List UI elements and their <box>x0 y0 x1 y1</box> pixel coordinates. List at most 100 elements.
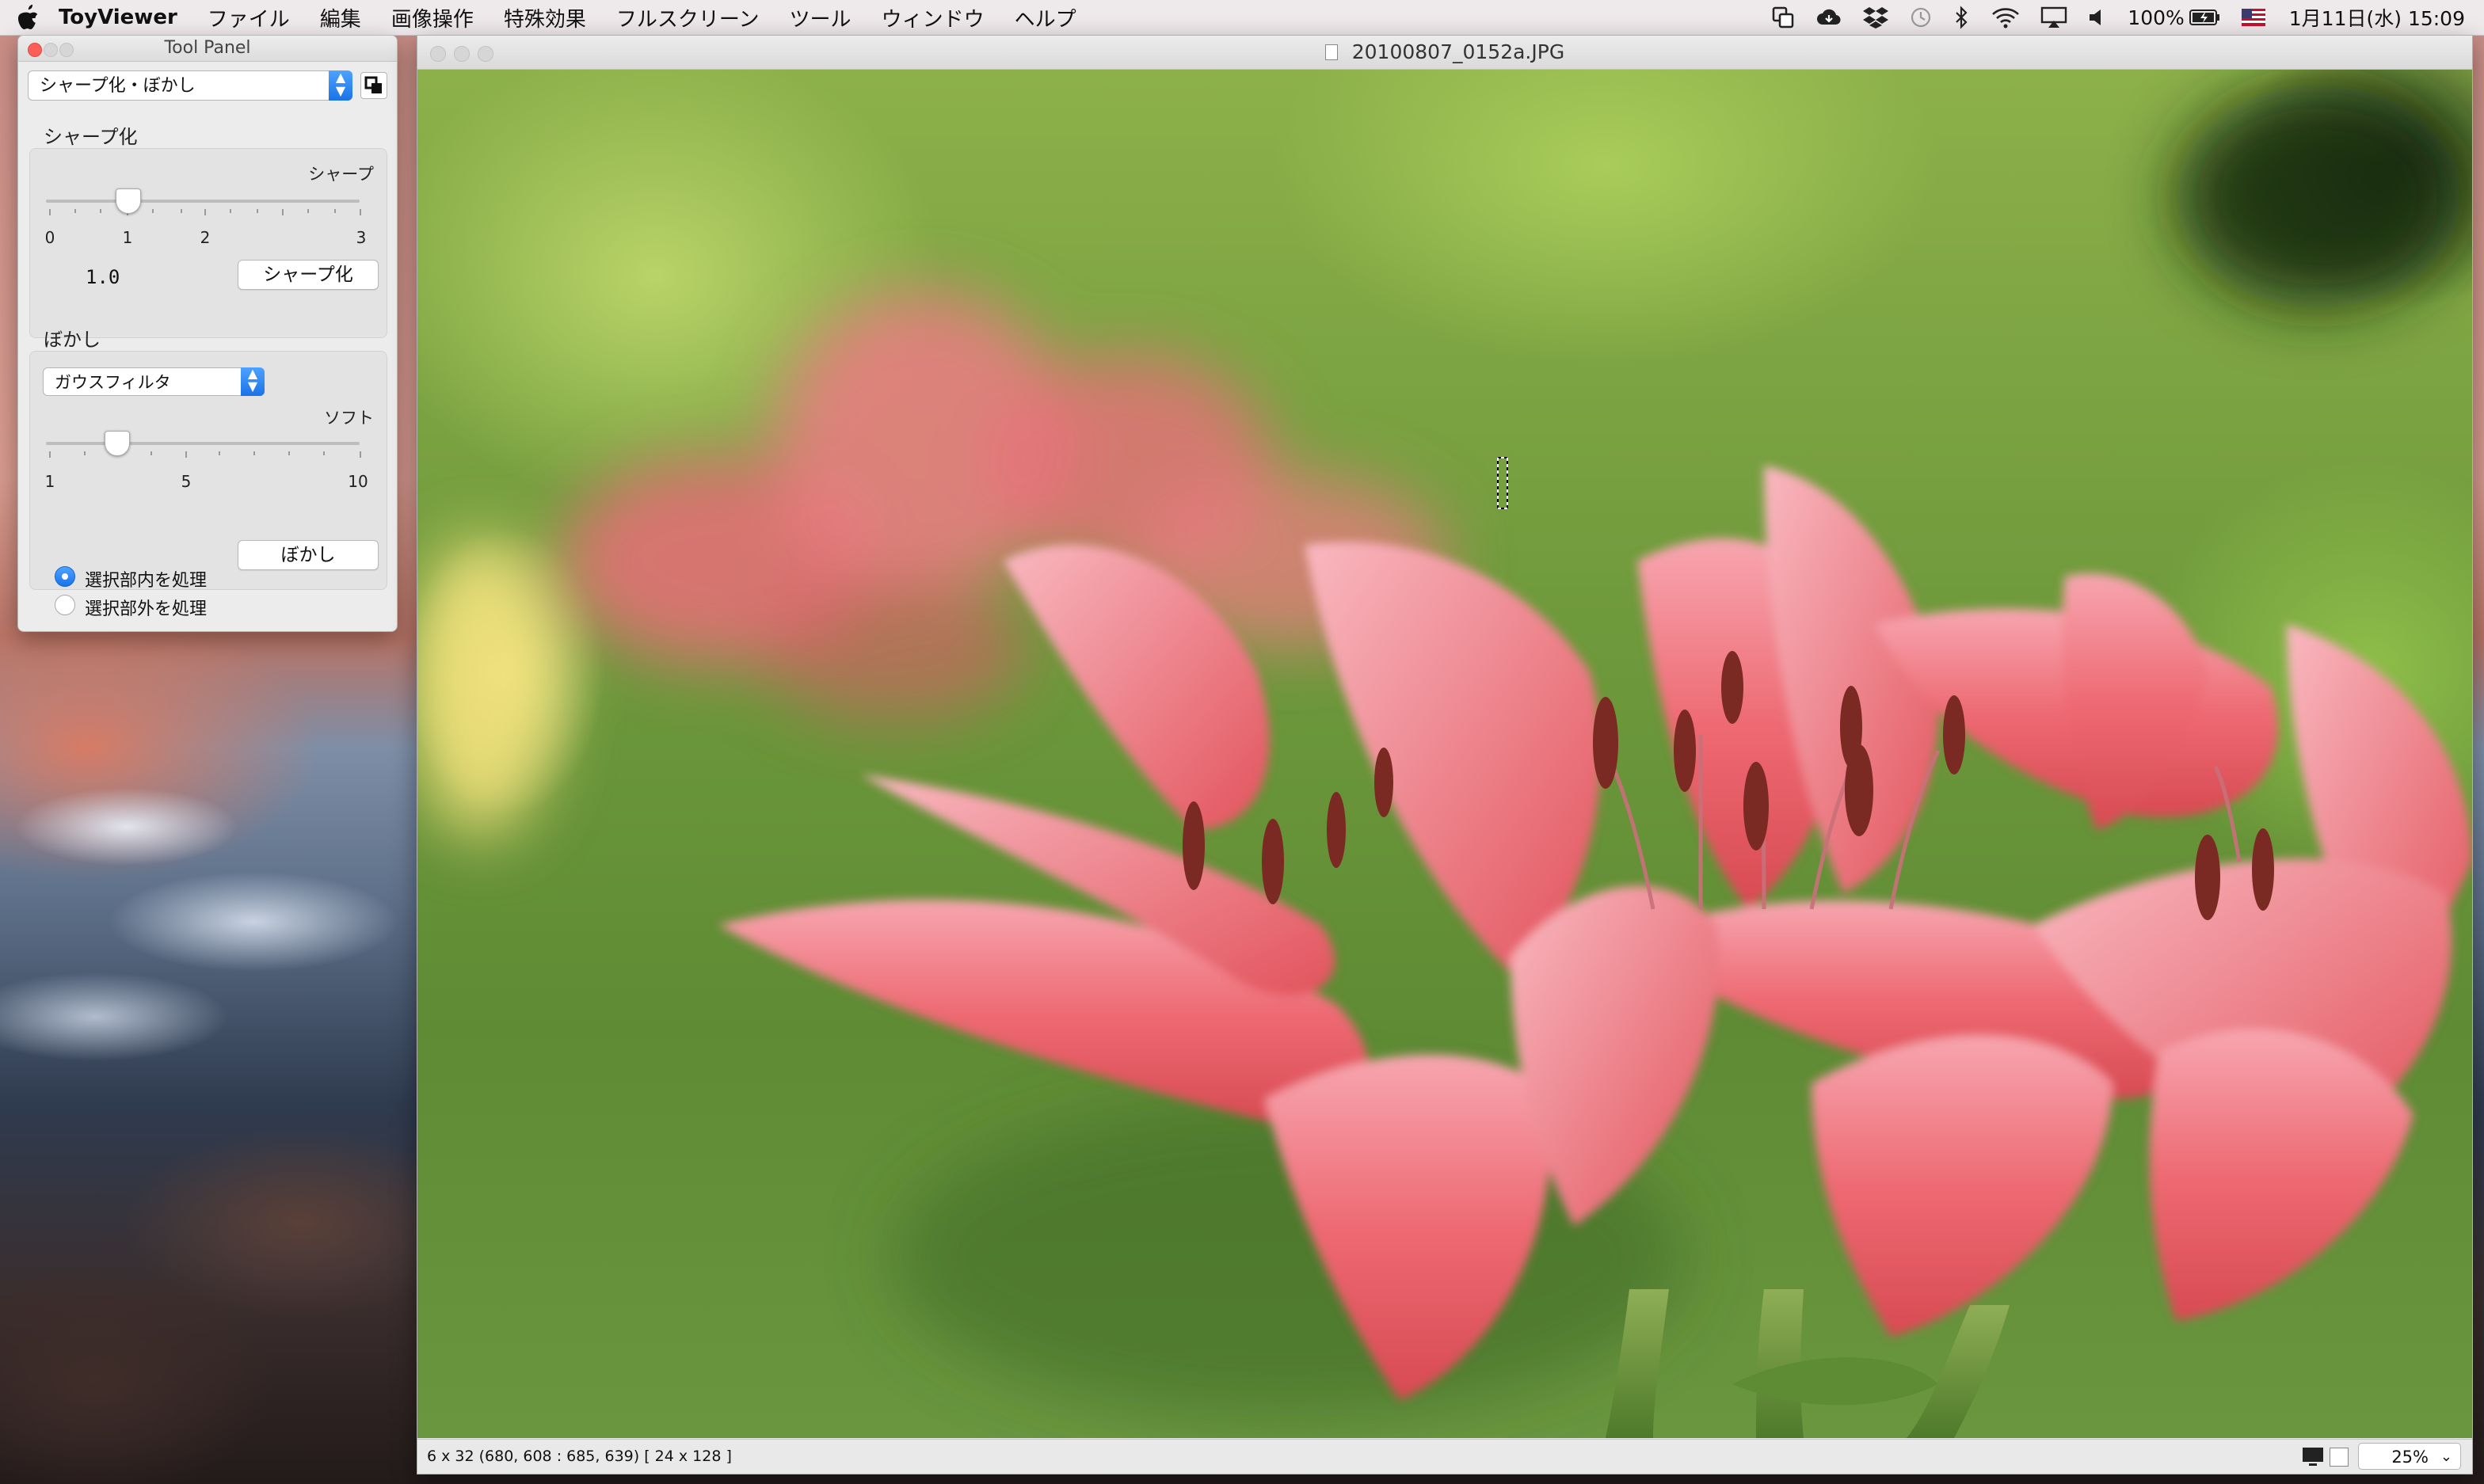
apple-menu-icon[interactable] <box>16 4 40 31</box>
blur-button[interactable]: ぼかし <box>238 540 379 570</box>
tick <box>307 209 309 213</box>
blur-filter-select[interactable]: ガウスフィルタ ▲ ▼ <box>43 367 265 396</box>
sharpen-slider-track[interactable] <box>46 200 360 203</box>
menu-edit[interactable]: 編集 <box>320 3 361 32</box>
radio-process-inside-label[interactable]: 選択部内を処理 <box>85 566 207 592</box>
tick <box>253 451 255 455</box>
tick <box>49 451 51 458</box>
tick <box>100 209 101 213</box>
close-button[interactable] <box>28 43 42 57</box>
mode-select-value: シャープ化・ぼかし <box>40 76 196 96</box>
tick <box>84 451 86 455</box>
tool-panel-window: Tool Panel シャープ化・ぼかし ▲ ▼ シャープ化 シャープ 0 1 2… <box>17 35 398 632</box>
menu-fullscreen[interactable]: フルスクリーン <box>616 3 760 32</box>
battery-icon[interactable] <box>2189 9 2221 26</box>
menu-bar: ToyViewer ファイル 編集 画像操作 特殊効果 フルスクリーン ツール … <box>0 0 2484 36</box>
zoom-select[interactable]: 25% ⌄ <box>2358 1443 2461 1470</box>
menu-image-ops[interactable]: 画像操作 <box>391 3 474 32</box>
blur-section-label: ぼかし <box>44 329 101 351</box>
select-stepper-icon: ▲ ▼ <box>329 70 352 101</box>
wallpaper-mountain-snow <box>0 716 428 1159</box>
menu-clock[interactable]: 1月11日(水) 15:09 <box>2289 3 2465 32</box>
background-toggle-icon[interactable] <box>2330 1448 2349 1467</box>
mode-select[interactable]: シャープ化・ぼかし ▲ ▼ <box>28 70 352 101</box>
blur-filter-value: ガウスフィルタ <box>55 373 171 392</box>
menu-help[interactable]: ヘルプ <box>1015 3 1076 32</box>
select-stepper-icon: ▲ ▼ <box>241 367 265 396</box>
chevron-down-icon: ⌄ <box>2440 1448 2452 1465</box>
menu-effects[interactable]: 特殊効果 <box>504 3 586 32</box>
blur-slider-caption: ソフト <box>324 409 374 428</box>
menu-tools[interactable]: ツール <box>790 3 851 32</box>
wifi-icon[interactable] <box>1991 6 2020 29</box>
sharpen-tick-3: 3 <box>356 228 367 247</box>
sharpen-tick-0: 0 <box>44 228 55 247</box>
blur-slider-knob[interactable] <box>105 431 130 456</box>
sharpen-slider-knob[interactable] <box>116 188 141 214</box>
tool-panel-titlebar[interactable]: Tool Panel <box>18 36 397 62</box>
tick <box>288 451 290 455</box>
time-machine-icon[interactable] <box>1909 6 1933 29</box>
dropbox-icon[interactable] <box>1863 6 1889 29</box>
display-mode-icon[interactable] <box>2301 1446 2325 1472</box>
minimize-button[interactable] <box>454 46 470 62</box>
airplay-icon[interactable] <box>2040 6 2067 29</box>
sharpen-tick-1: 1 <box>122 228 133 247</box>
screen-sharing-icon[interactable] <box>1771 6 1795 29</box>
us-flag-icon[interactable] <box>2241 9 2265 26</box>
tick <box>230 209 231 213</box>
image-window-titlebar[interactable]: 20100807_0152a.JPG <box>417 36 2472 70</box>
volume-icon[interactable] <box>2088 7 2107 28</box>
sharpen-button[interactable]: シャープ化 <box>238 260 379 290</box>
image-window-title: 20100807_0152a.JPG <box>1351 40 1565 63</box>
tick <box>152 209 154 213</box>
radio-process-outside[interactable] <box>55 595 75 615</box>
tick <box>150 451 152 455</box>
image-status-bar: 6 x 32 (680, 608 : 685, 639) [ 24 x 128 … <box>417 1439 2472 1474</box>
blur-slider-track[interactable] <box>46 442 360 445</box>
sharpen-tick-2: 2 <box>200 228 211 247</box>
blur-tick-10: 10 <box>348 472 368 491</box>
radio-process-outside-label[interactable]: 選択部外を処理 <box>85 595 207 620</box>
sharpen-section-label: シャープ化 <box>44 126 138 148</box>
color-swap-icon[interactable] <box>360 72 387 99</box>
tick <box>185 451 187 458</box>
tick <box>360 451 361 458</box>
radio-process-inside[interactable] <box>55 566 75 587</box>
tick <box>219 451 220 455</box>
selection-marquee <box>1497 457 1508 509</box>
selection-info: 6 x 32 (680, 608 : 685, 639) [ 24 x 128 … <box>427 1448 732 1465</box>
tool-panel-title: Tool Panel <box>164 38 251 58</box>
tick <box>181 209 182 213</box>
battery-percent: 100% <box>2128 6 2185 29</box>
zoom-value: 25% <box>2391 1448 2429 1467</box>
wallpaper-rocks <box>0 1128 428 1484</box>
app-menu[interactable]: ToyViewer <box>59 6 177 29</box>
blur-group: ガウスフィルタ ▲ ▼ ソフト 1 5 10 ぼかし <box>29 351 387 590</box>
bluetooth-icon[interactable] <box>1953 6 1971 29</box>
tick <box>334 209 336 213</box>
sharpen-group: シャープ 0 1 2 3 1.0 シャープ化 <box>29 148 387 338</box>
tick <box>204 209 206 215</box>
sharpen-value-display: 1.0 <box>86 266 120 288</box>
tick <box>74 209 76 213</box>
creative-cloud-icon[interactable] <box>1815 7 1842 28</box>
lily-photo <box>417 86 2472 1438</box>
menu-window[interactable]: ウィンドウ <box>882 3 985 32</box>
zoom-button[interactable] <box>59 43 74 57</box>
close-button[interactable] <box>430 46 446 62</box>
image-window: 20100807_0152a.JPG 6 x 32 (680, 608: 68… <box>417 35 2473 1474</box>
blur-tick-1: 1 <box>44 472 55 491</box>
tick <box>360 209 361 215</box>
minimize-button[interactable] <box>44 43 58 57</box>
tick <box>282 209 284 215</box>
document-icon <box>1324 44 1338 60</box>
sharpen-slider-caption: シャープ <box>308 165 374 184</box>
status-menus: 100% 1月11日(水) 15:09 <box>1751 0 2465 35</box>
tick <box>257 209 258 213</box>
blur-tick-5: 5 <box>181 472 192 491</box>
radio-dot <box>62 573 68 580</box>
menu-file[interactable]: ファイル <box>208 3 290 32</box>
zoom-button[interactable] <box>478 46 493 62</box>
photo-canvas[interactable] <box>417 70 2472 1438</box>
